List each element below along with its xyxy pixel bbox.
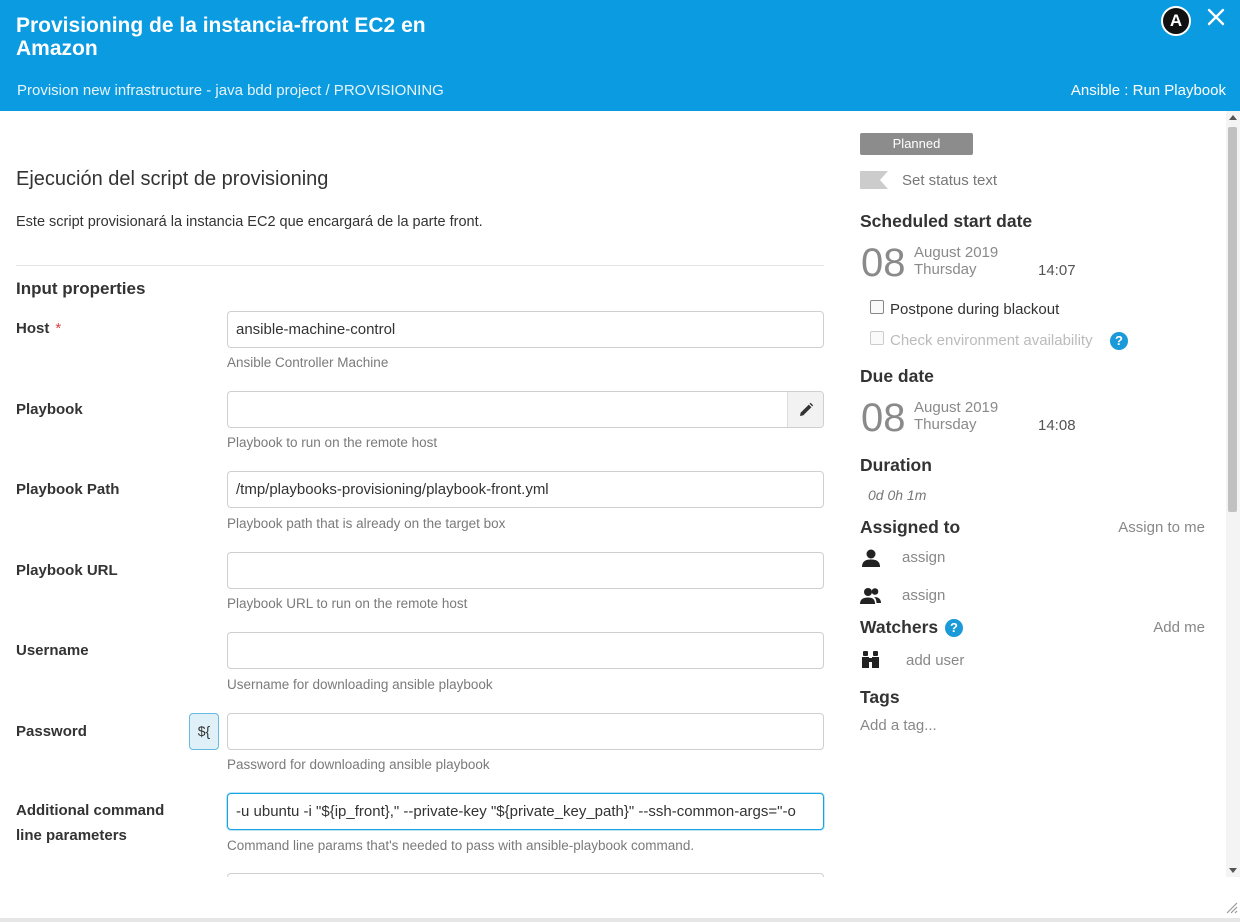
assign-to-me-link[interactable]: Assign to me	[1118, 519, 1205, 536]
add-tag-input[interactable]: Add a tag...	[860, 717, 937, 734]
task-type-label: Ansible : Run Playbook	[1070, 82, 1226, 99]
scrollbar[interactable]	[1226, 111, 1240, 877]
playbook-help: Playbook to run on the remote host	[227, 435, 438, 450]
resize-handle-icon[interactable]	[1224, 900, 1238, 914]
duration-heading: Duration	[860, 455, 932, 475]
username-label: Username	[16, 642, 89, 659]
add-me-link[interactable]: Add me	[1153, 619, 1205, 636]
additional-params-label-line2: line parameters	[16, 827, 127, 844]
next-field-input[interactable]	[227, 873, 824, 877]
divider	[16, 265, 824, 266]
due-date-heading: Due date	[860, 366, 934, 386]
scheduled-weekday[interactable]: Thursday	[914, 261, 977, 278]
team-icon	[860, 588, 881, 604]
input-properties-title: Input properties	[16, 279, 146, 298]
username-input[interactable]	[227, 632, 824, 669]
postpone-label[interactable]: Postpone during blackout	[890, 301, 1059, 318]
scroll-up-icon[interactable]	[1229, 115, 1237, 120]
assign-user-input[interactable]: assign	[902, 549, 945, 566]
password-help: Password for downloading ansible playboo…	[227, 757, 490, 772]
flag-icon[interactable]	[860, 171, 888, 189]
task-sidebar: Planned Set status text Scheduled start …	[840, 111, 1225, 877]
postpone-checkbox[interactable]	[870, 300, 884, 314]
assigned-to-heading: Assigned to	[860, 517, 961, 537]
playbook-path-help: Playbook path that is already on the tar…	[227, 516, 506, 531]
additional-params-help: Command line params that's needed to pas…	[227, 838, 695, 853]
binoculars-icon	[862, 651, 879, 668]
check-env-checkbox	[870, 331, 884, 345]
required-marker: *	[55, 320, 62, 337]
help-icon[interactable]: ?	[1110, 332, 1128, 350]
status-badge: Planned	[860, 133, 973, 155]
tags-heading: Tags	[860, 687, 900, 707]
dialog-header: Provisioning de la instancia-front EC2 e…	[0, 0, 1240, 111]
check-env-label: Check environment availability	[890, 332, 1093, 349]
username-help: Username for downloading ansible playboo…	[227, 677, 493, 692]
due-month[interactable]: August 2019	[914, 399, 998, 416]
additional-params-label-line1: Additional command	[16, 802, 165, 819]
scrollbar-thumb[interactable]	[1228, 127, 1237, 512]
set-status-text-link[interactable]: Set status text	[902, 172, 997, 189]
pencil-icon[interactable]	[787, 392, 823, 427]
watchers-help-icon[interactable]: ?	[945, 619, 963, 637]
host-input[interactable]: ansible-machine-control	[227, 311, 824, 348]
host-help: Ansible Controller Machine	[227, 355, 389, 370]
playbook-url-input[interactable]	[227, 552, 824, 589]
password-label: Password	[16, 723, 87, 740]
breadcrumb[interactable]: Provision new infrastructure - java bdd …	[17, 82, 444, 99]
password-input[interactable]	[227, 713, 824, 750]
playbook-url-help: Playbook URL to run on the remote host	[227, 596, 468, 611]
scheduled-day[interactable]: 08	[861, 241, 906, 285]
duration-value[interactable]: 0d 0h 1m	[868, 487, 926, 503]
assign-team-input[interactable]: assign	[902, 587, 945, 604]
user-icon	[862, 549, 880, 567]
scroll-down-icon[interactable]	[1229, 868, 1237, 873]
host-label: Host *	[16, 320, 62, 337]
watchers-heading: Watchers	[860, 617, 939, 637]
playbook-label: Playbook	[16, 401, 83, 418]
playbook-url-label: Playbook URL	[16, 562, 118, 579]
task-dialog: Provisioning de la instancia-front EC2 e…	[0, 0, 1240, 918]
task-main-panel: Ejecución del script de provisioning Est…	[0, 111, 840, 877]
due-time[interactable]: 14:08	[1038, 417, 1076, 434]
due-day[interactable]: 08	[861, 396, 906, 440]
playbook-input[interactable]	[227, 391, 824, 428]
scheduled-time[interactable]: 14:07	[1038, 262, 1076, 279]
additional-params-input[interactable]: -u ubuntu -i "${ip_front}," --private-ke…	[227, 793, 824, 830]
scheduled-month[interactable]: August 2019	[914, 244, 998, 261]
add-watcher-input[interactable]: add user	[906, 652, 964, 669]
close-icon[interactable]	[1204, 4, 1228, 30]
variable-toggle-button[interactable]: ${	[189, 713, 219, 750]
ansible-logo-icon: A	[1161, 6, 1191, 36]
playbook-path-input[interactable]: /tmp/playbooks-provisioning/playbook-fro…	[227, 471, 824, 508]
task-title[interactable]: Ejecución del script de provisioning	[16, 168, 328, 191]
due-weekday[interactable]: Thursday	[914, 416, 977, 433]
additional-params-label: Additional command line parameters	[16, 798, 164, 848]
scheduled-start-heading: Scheduled start date	[860, 211, 1033, 231]
playbook-path-label: Playbook Path	[16, 481, 120, 498]
task-title-header[interactable]: Provisioning de la instancia-front EC2 e…	[16, 14, 476, 60]
task-description[interactable]: Este script provisionará la instancia EC…	[16, 214, 483, 230]
